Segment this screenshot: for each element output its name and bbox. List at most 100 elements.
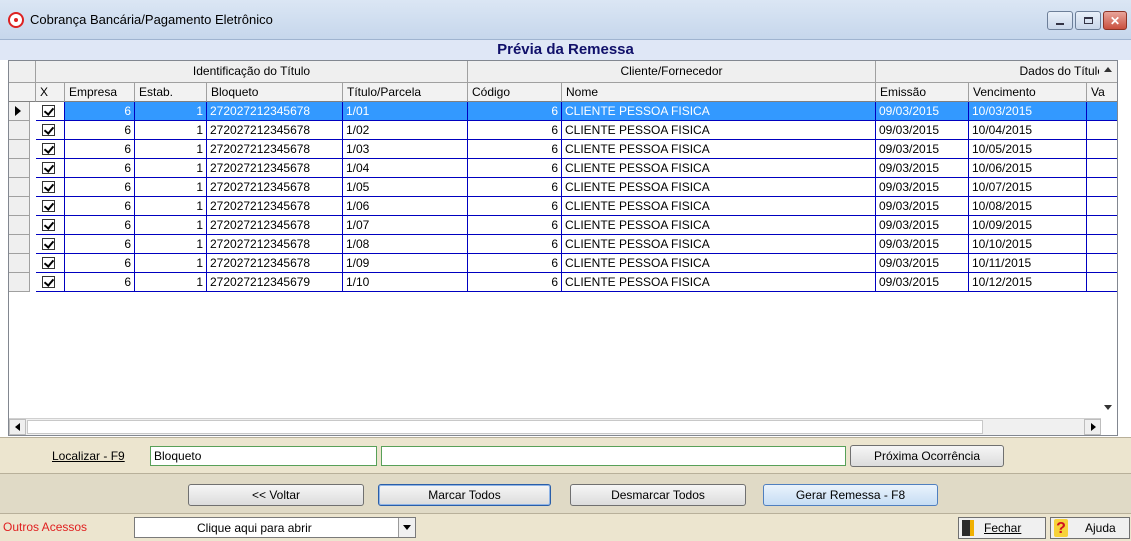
cell-vencimento[interactable]: 10/04/2015: [969, 121, 1087, 140]
cell-estab[interactable]: 1: [135, 254, 207, 273]
cell-valor[interactable]: [1087, 178, 1117, 197]
table-row[interactable]: 6 1 272027212345678 1/02 6 CLIENTE PESSOA FIS…: [9, 121, 1117, 140]
cell-titulo[interactable]: 1/07: [343, 216, 468, 235]
table-row[interactable]: 6 1 272027212345678 1/04 6 CLIENTE PESSOA FIS…: [9, 159, 1117, 178]
scroll-down-button[interactable]: [1099, 399, 1117, 417]
header-titulo-parcela[interactable]: Título/Parcela: [343, 83, 468, 102]
row-checkbox[interactable]: [42, 276, 55, 288]
cell-nome[interactable]: CLIENTE PESSOA FISICA: [562, 140, 876, 159]
cell-emissao[interactable]: 09/03/2015: [876, 159, 969, 178]
cell-estab[interactable]: 1: [135, 216, 207, 235]
close-window-button[interactable]: ✕: [1103, 11, 1127, 30]
cell-emissao[interactable]: 09/03/2015: [876, 254, 969, 273]
cell-valor[interactable]: [1087, 102, 1117, 121]
cell-titulo[interactable]: 1/06: [343, 197, 468, 216]
cell-bloqueto[interactable]: 272027212345679: [207, 273, 343, 292]
cell-vencimento[interactable]: 10/11/2015: [969, 254, 1087, 273]
cell-nome[interactable]: CLIENTE PESSOA FISICA: [562, 159, 876, 178]
remessa-grid[interactable]: Identificação do Título Cliente/Forneced…: [8, 60, 1118, 436]
row-checkbox[interactable]: [42, 181, 55, 193]
cell-nome[interactable]: CLIENTE PESSOA FISICA: [562, 102, 876, 121]
cell-emissao[interactable]: 09/03/2015: [876, 273, 969, 292]
cell-valor[interactable]: [1087, 159, 1117, 178]
cell-codigo[interactable]: 6: [468, 216, 562, 235]
row-checkbox[interactable]: [42, 200, 55, 212]
cell-titulo[interactable]: 1/05: [343, 178, 468, 197]
row-checkbox[interactable]: [42, 238, 55, 250]
header-nome[interactable]: Nome: [562, 83, 876, 102]
cell-emissao[interactable]: 09/03/2015: [876, 121, 969, 140]
cell-codigo[interactable]: 6: [468, 140, 562, 159]
close-button[interactable]: Fechar: [958, 517, 1046, 539]
cell-titulo[interactable]: 1/01: [343, 102, 468, 121]
cell-vencimento[interactable]: 10/05/2015: [969, 140, 1087, 159]
cell-codigo[interactable]: 6: [468, 121, 562, 140]
row-checkbox[interactable]: [42, 162, 55, 174]
cell-bloqueto[interactable]: 272027212345678: [207, 216, 343, 235]
cell-codigo[interactable]: 6: [468, 235, 562, 254]
search-field-select[interactable]: Bloqueto: [150, 446, 377, 466]
cell-empresa[interactable]: 6: [65, 121, 135, 140]
cell-valor[interactable]: [1087, 254, 1117, 273]
cell-codigo[interactable]: 6: [468, 159, 562, 178]
table-row[interactable]: 6 1 272027212345679 1/10 6 CLIENTE PESSOA FIS…: [9, 273, 1117, 292]
cell-valor[interactable]: [1087, 140, 1117, 159]
maximize-button[interactable]: [1075, 11, 1101, 30]
cell-empresa[interactable]: 6: [65, 273, 135, 292]
cell-emissao[interactable]: 09/03/2015: [876, 140, 969, 159]
cell-titulo[interactable]: 1/04: [343, 159, 468, 178]
row-checkbox[interactable]: [42, 105, 55, 117]
cell-vencimento[interactable]: 10/12/2015: [969, 273, 1087, 292]
cell-emissao[interactable]: 09/03/2015: [876, 216, 969, 235]
cell-codigo[interactable]: 6: [468, 273, 562, 292]
cell-empresa[interactable]: 6: [65, 178, 135, 197]
help-button[interactable]: ? Ajuda: [1050, 517, 1130, 539]
cell-nome[interactable]: CLIENTE PESSOA FISICA: [562, 121, 876, 140]
cell-empresa[interactable]: 6: [65, 159, 135, 178]
cell-nome[interactable]: CLIENTE PESSOA FISICA: [562, 273, 876, 292]
cell-bloqueto[interactable]: 272027212345678: [207, 235, 343, 254]
cell-codigo[interactable]: 6: [468, 254, 562, 273]
cell-nome[interactable]: CLIENTE PESSOA FISICA: [562, 216, 876, 235]
header-valor[interactable]: Va: [1087, 83, 1117, 102]
cell-nome[interactable]: CLIENTE PESSOA FISICA: [562, 178, 876, 197]
cell-vencimento[interactable]: 10/07/2015: [969, 178, 1087, 197]
cell-valor[interactable]: [1087, 216, 1117, 235]
cell-bloqueto[interactable]: 272027212345678: [207, 178, 343, 197]
cell-codigo[interactable]: 6: [468, 178, 562, 197]
header-estab[interactable]: Estab.: [135, 83, 207, 102]
cell-bloqueto[interactable]: 272027212345678: [207, 159, 343, 178]
cell-vencimento[interactable]: 10/10/2015: [969, 235, 1087, 254]
table-row[interactable]: 6 1 272027212345678 1/09 6 CLIENTE PESSOA FIS…: [9, 254, 1117, 273]
cell-codigo[interactable]: 6: [468, 197, 562, 216]
scroll-thumb[interactable]: [27, 420, 983, 434]
cell-emissao[interactable]: 09/03/2015: [876, 235, 969, 254]
cell-estab[interactable]: 1: [135, 197, 207, 216]
minimize-button[interactable]: [1047, 11, 1073, 30]
cell-estab[interactable]: 1: [135, 140, 207, 159]
cell-emissao[interactable]: 09/03/2015: [876, 178, 969, 197]
cell-valor[interactable]: [1087, 197, 1117, 216]
cell-bloqueto[interactable]: 272027212345678: [207, 102, 343, 121]
back-button[interactable]: << Voltar: [188, 484, 364, 506]
table-row[interactable]: 6 1 272027212345678 1/03 6 CLIENTE PESSOA FIS…: [9, 140, 1117, 159]
header-codigo[interactable]: Código: [468, 83, 562, 102]
cell-nome[interactable]: CLIENTE PESSOA FISICA: [562, 235, 876, 254]
cell-estab[interactable]: 1: [135, 273, 207, 292]
chevron-down-icon[interactable]: [398, 518, 415, 537]
cell-valor[interactable]: [1087, 273, 1117, 292]
cell-titulo[interactable]: 1/09: [343, 254, 468, 273]
table-row[interactable]: 6 1 272027212345678 1/05 6 CLIENTE PESSOA FIS…: [9, 178, 1117, 197]
header-x[interactable]: X: [36, 83, 65, 102]
cell-emissao[interactable]: 09/03/2015: [876, 102, 969, 121]
cell-empresa[interactable]: 6: [65, 216, 135, 235]
cell-vencimento[interactable]: 10/03/2015: [969, 102, 1087, 121]
cell-nome[interactable]: CLIENTE PESSOA FISICA: [562, 197, 876, 216]
row-checkbox[interactable]: [42, 219, 55, 231]
unmark-all-button[interactable]: Desmarcar Todos: [570, 484, 746, 506]
cell-bloqueto[interactable]: 272027212345678: [207, 140, 343, 159]
cell-empresa[interactable]: 6: [65, 197, 135, 216]
mark-all-button[interactable]: Marcar Todos: [378, 484, 551, 506]
row-checkbox[interactable]: [42, 257, 55, 269]
header-bloqueto[interactable]: Bloqueto: [207, 83, 343, 102]
